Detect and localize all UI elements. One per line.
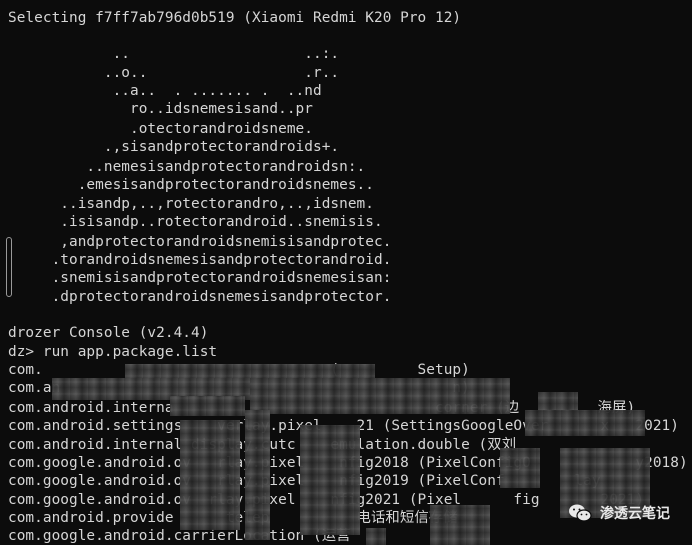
terminal-line: .emesisandprotectorandroidsnemes.. <box>8 177 374 193</box>
terminal-line: .otectorandroidsneme. <box>8 121 313 137</box>
terminal-line: dz> run app.package.list <box>8 344 218 360</box>
redaction-blur <box>180 420 240 530</box>
terminal-line: drozer Console (v2.4.4) <box>8 325 209 341</box>
terminal-line: .dprotectorandroidsnemesisandprotector. <box>8 289 392 305</box>
terminal-line: ..a.. . ....... . ..nd <box>8 83 322 99</box>
terminal-line: .. ..:. <box>8 46 340 62</box>
terminal-line: .snemisisandprotectorandroidsnemesisan: <box>8 270 392 286</box>
redaction-blur <box>500 448 540 488</box>
terminal-line: ro..idsnemesisand..pr <box>8 101 313 117</box>
terminal-line: .torandroidsnemesisandprotectorandroid. <box>8 252 392 268</box>
redaction-blur <box>525 410 645 436</box>
scrollbar-thumb[interactable] <box>6 237 12 297</box>
terminal-line: ,andprotectorandroidsnemisisandprotec. <box>8 234 392 250</box>
wechat-icon <box>569 504 592 522</box>
terminal-line: ..isandp,..,rotectorandro,..,idsnem. <box>8 196 374 212</box>
watermark-text: 渗透云笔记 <box>600 506 670 522</box>
terminal-line: ..o.. .r.. <box>8 65 340 81</box>
terminal-line: ..nemesisandprotectorandroidsn:. <box>8 159 366 175</box>
redaction-blur <box>250 378 510 414</box>
redaction-blur <box>245 410 270 540</box>
redaction-blur <box>366 528 386 545</box>
redaction-blur <box>170 396 245 416</box>
redaction-blur <box>430 505 490 545</box>
watermark: 渗透云笔记 <box>568 503 670 523</box>
terminal-line: Selecting f7ff7ab796d0b519 (Xiaomi Redmi… <box>8 10 462 26</box>
terminal-line: .isisandp..rotectorandroid..snemisis. <box>8 214 383 230</box>
terminal-line: .,sisandprotectorandroids+. <box>8 139 340 155</box>
redaction-blur <box>300 425 360 535</box>
